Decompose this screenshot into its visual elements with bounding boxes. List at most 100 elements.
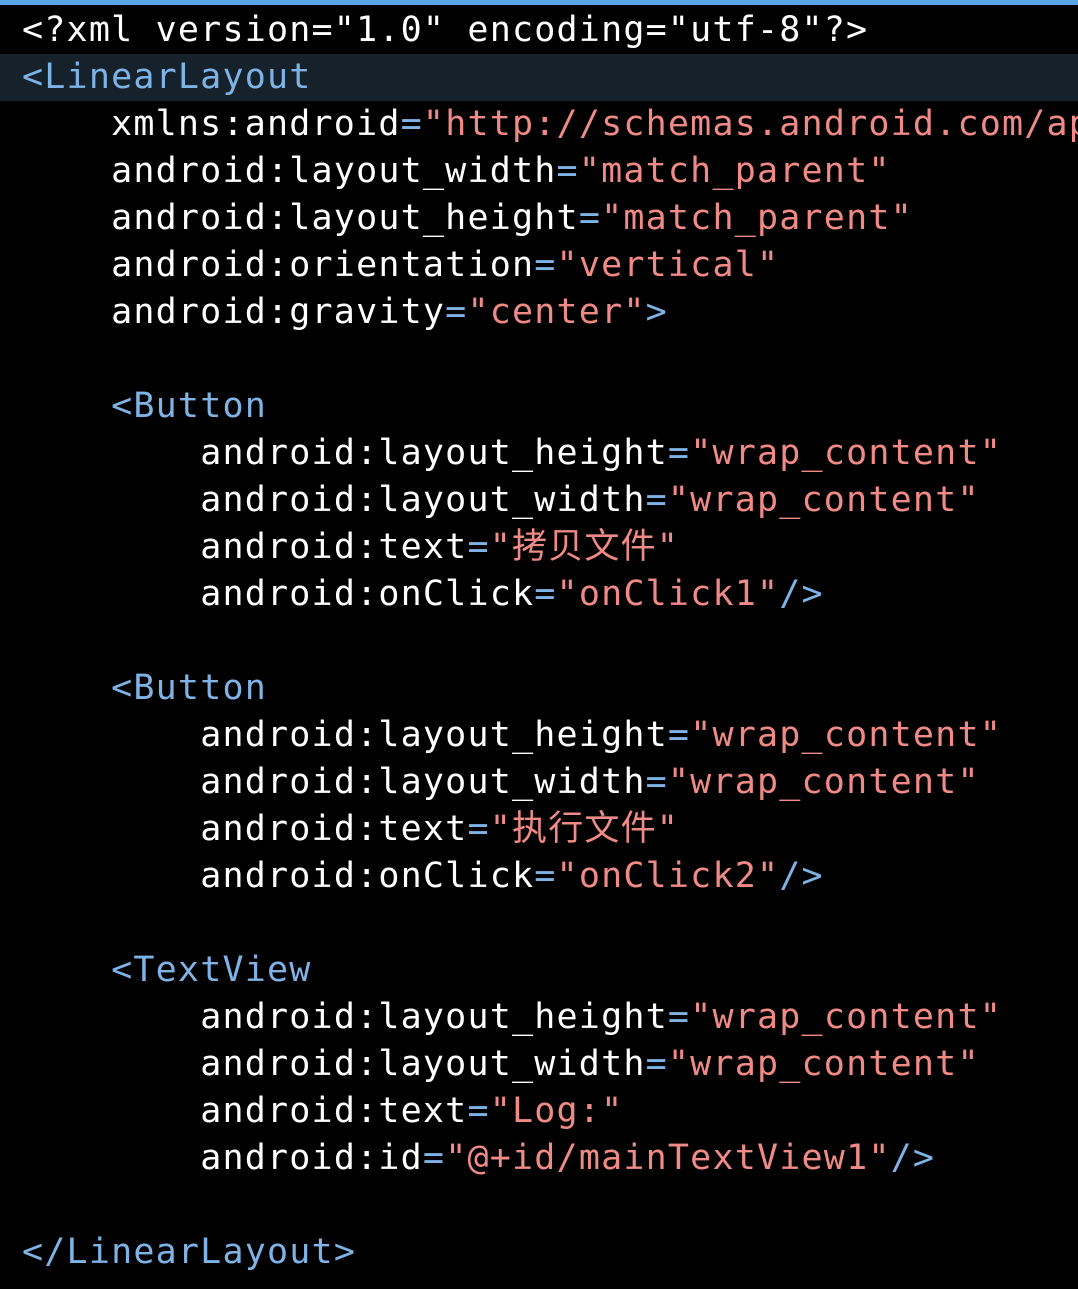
code-line-content: android:layout_width="wrap_content" bbox=[0, 477, 980, 524]
code-line-content: android:layout_height="wrap_content" bbox=[0, 994, 1002, 1041]
code-token-str: "wrap_content" bbox=[690, 433, 1002, 473]
code-token-eq: = bbox=[645, 480, 668, 520]
code-line-content: xmlns:android="http://schemas.android.co… bbox=[0, 101, 1078, 148]
code-token-attr: android:layout_width bbox=[111, 151, 557, 191]
code-line[interactable]: android:layout_height="match_parent" bbox=[0, 195, 1078, 242]
code-token-eq: = bbox=[667, 997, 691, 1037]
code-token-str: "onClick1" bbox=[556, 574, 780, 614]
code-token-attr: android:layout_width bbox=[200, 1044, 646, 1084]
code-line[interactable]: android:layout_width="wrap_content" bbox=[0, 477, 1078, 524]
code-line[interactable] bbox=[0, 900, 1078, 947]
code-token-attr: android:onClick bbox=[200, 856, 535, 896]
code-line[interactable]: <TextView bbox=[0, 947, 1078, 994]
code-token-eq: = bbox=[534, 245, 557, 285]
code-line[interactable]: android:layout_height="wrap_content" bbox=[0, 430, 1078, 477]
code-token-bracket: /> bbox=[779, 574, 824, 614]
code-line[interactable]: android:text="执行文件" bbox=[0, 806, 1078, 853]
code-token-str: "Log:" bbox=[489, 1091, 624, 1131]
code-token-str: "@+id/mainTextView1" bbox=[445, 1138, 891, 1178]
code-token-bracket: < bbox=[22, 57, 45, 97]
code-line[interactable]: android:orientation="vertical" bbox=[0, 242, 1078, 289]
code-token-str: "match_parent" bbox=[601, 198, 913, 238]
code-token-str: "onClick2" bbox=[556, 856, 780, 896]
code-line[interactable] bbox=[0, 618, 1078, 665]
code-line-content: android:layout_width="wrap_content" bbox=[0, 1041, 980, 1088]
code-token-str: "wrap_content" bbox=[667, 480, 980, 520]
code-line[interactable]: android:onClick="onClick2"/> bbox=[0, 853, 1078, 900]
code-line[interactable]: <Button bbox=[0, 665, 1078, 712]
code-token-attr: android:text bbox=[200, 1091, 468, 1131]
code-token-attr: android:onClick bbox=[200, 574, 535, 614]
code-line[interactable]: android:id="@+id/mainTextView1"/> bbox=[0, 1135, 1078, 1182]
code-token-eq: = bbox=[534, 856, 557, 896]
code-line[interactable]: android:onClick="onClick1"/> bbox=[0, 571, 1078, 618]
code-line[interactable]: android:layout_width="wrap_content" bbox=[0, 759, 1078, 806]
code-line-content: android:layout_height="wrap_content" bbox=[0, 430, 1002, 477]
code-line-content: android:text="拷贝文件" bbox=[0, 524, 679, 571]
code-line-content: <Button bbox=[0, 665, 267, 712]
code-token-bracket: < bbox=[111, 950, 134, 990]
code-token-tag: TextView bbox=[133, 950, 312, 990]
code-line[interactable]: android:layout_width="wrap_content" bbox=[0, 1041, 1078, 1088]
code-line-content: android:layout_width="wrap_content" bbox=[0, 759, 980, 806]
code-token-eq: = bbox=[556, 151, 579, 191]
code-line-content: android:onClick="onClick2"/> bbox=[0, 853, 824, 900]
code-token-eq: = bbox=[445, 292, 468, 332]
code-token-tag: LinearLayout bbox=[44, 57, 312, 97]
code-line[interactable]: <Button bbox=[0, 383, 1078, 430]
code-line[interactable]: android:gravity="center"> bbox=[0, 289, 1078, 336]
code-line-content: android:gravity="center"> bbox=[0, 289, 668, 336]
code-token-eq: = bbox=[467, 527, 490, 567]
code-line[interactable]: android:text="拷贝文件" bbox=[0, 524, 1078, 571]
code-editor[interactable]: <?xml version="1.0" encoding="utf-8"?> <L… bbox=[0, 7, 1078, 1289]
code-token-eq: = bbox=[578, 198, 602, 238]
code-line[interactable]: xmlns:android="http://schemas.android.co… bbox=[0, 101, 1078, 148]
code-token-attr: android:layout_height bbox=[200, 715, 668, 755]
code-token-str: "拷贝文件" bbox=[489, 527, 680, 567]
code-line[interactable]: <?xml version="1.0" encoding="utf-8"?> bbox=[0, 7, 1078, 54]
code-line[interactable]: android:layout_height="wrap_content" bbox=[0, 994, 1078, 1041]
code-token-eq: = bbox=[400, 104, 423, 144]
code-token-tag: LinearLayout bbox=[66, 1232, 334, 1272]
code-token-eq: = bbox=[645, 762, 668, 802]
code-token-bracket: /> bbox=[779, 856, 824, 896]
code-token-eq: = bbox=[667, 433, 691, 473]
code-line[interactable]: <LinearLayout bbox=[0, 54, 1078, 101]
code-line[interactable] bbox=[0, 336, 1078, 383]
code-token-attr: xmlns:android bbox=[111, 104, 401, 144]
code-token-attr: android:text bbox=[200, 809, 468, 849]
code-line[interactable] bbox=[0, 1182, 1078, 1229]
code-token-eq: = bbox=[534, 574, 557, 614]
code-line[interactable]: android:text="Log:" bbox=[0, 1088, 1078, 1135]
code-token-eq: = bbox=[645, 1044, 668, 1084]
code-line-content: <TextView bbox=[0, 947, 312, 994]
code-line[interactable]: android:layout_height="wrap_content" bbox=[0, 712, 1078, 759]
code-token-eq: = bbox=[467, 809, 490, 849]
code-line[interactable]: </LinearLayout> bbox=[0, 1229, 1078, 1276]
code-line[interactable]: android:layout_width="match_parent" bbox=[0, 148, 1078, 195]
code-token-bracket: > bbox=[333, 1232, 357, 1272]
code-line-content: <Button bbox=[0, 383, 267, 430]
code-token-str: "center" bbox=[467, 292, 646, 332]
code-token-attr: android:text bbox=[200, 527, 468, 567]
code-line-content: android:onClick="onClick1"/> bbox=[0, 571, 824, 618]
code-token-eq: = bbox=[667, 715, 691, 755]
code-token-plain: <?xml version="1.0" encoding="utf-8"?> bbox=[22, 10, 869, 50]
code-token-attr: android:orientation bbox=[111, 245, 535, 285]
code-token-tag: Button bbox=[133, 668, 268, 708]
